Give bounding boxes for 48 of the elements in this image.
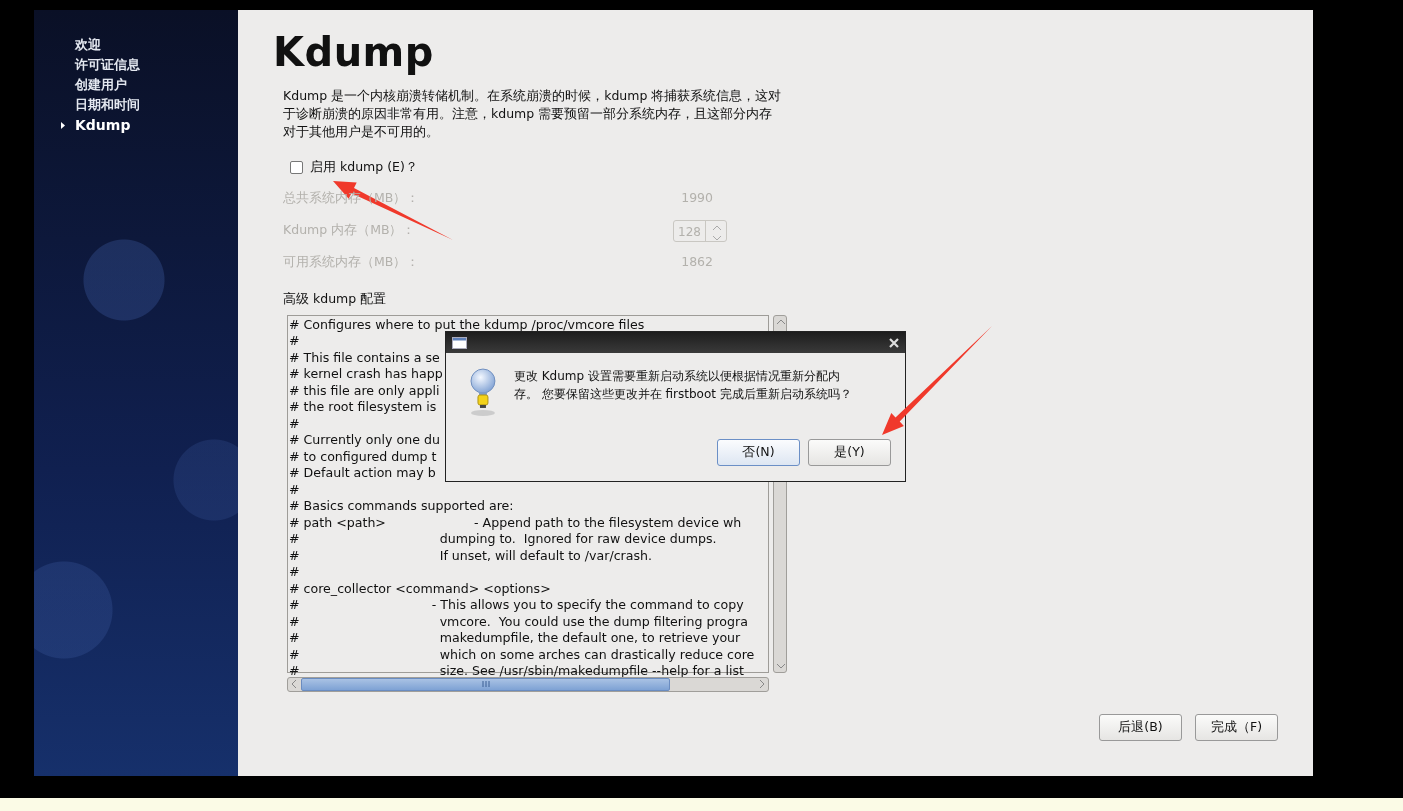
sidebar-item[interactable]: Kdump	[61, 115, 238, 135]
grip-icon	[481, 681, 490, 687]
sidebar-item[interactable]: 创建用户	[61, 75, 238, 95]
config-line: #	[289, 333, 300, 348]
config-line: # the root filesystem is	[289, 399, 437, 414]
config-line: # This file contains a se	[289, 349, 440, 365]
sidebar-item[interactable]: 欢迎	[61, 35, 238, 55]
dialog-message-line: 更改 Kdump 设置需要重新启动系统以便根据情况重新分配内	[513, 369, 840, 383]
horizontal-scrollbar[interactable]	[287, 676, 769, 692]
config-line: # path <path> - Append path to the filesystem device wh	[289, 514, 742, 530]
config-line: # to configured dump t	[289, 448, 437, 464]
config-line: #	[289, 481, 300, 497]
enable-checkbox[interactable]	[290, 160, 303, 174]
config-line: # dumping to. Ignored for raw device dumps.	[289, 531, 717, 546]
checkbox-label: 启用 kdump (E)？	[310, 158, 418, 176]
config-line: # vmcore. You could use the dump filtering progra	[289, 613, 748, 629]
memory-label: Kdump 内存（MB）：	[283, 221, 416, 240]
config-line: # Basics commands supported are:	[289, 498, 514, 513]
dialog-message-line: 存。 您要保留这些更改并在 firstboot 完成后重新启动系统吗？	[513, 387, 852, 401]
memory-label: 可用系统内存（MB）：	[283, 253, 420, 272]
config-line: # Configures where to put the kdump /proc/vmcore files	[289, 316, 645, 332]
description-text: Kdump 是一个内核崩溃转储机制。在系统崩溃的时候，kdump 将捕获系统信息，这对于诊断崩溃的原因非常有用。注意，kdump 需要预留一部分系统内存，且这部分内存对于其他用户是不可用的。	[283, 87, 783, 141]
dialog-button[interactable]: 是(Y)	[808, 439, 891, 466]
sidebar-item[interactable]: 日期和时间	[61, 95, 238, 115]
nav-button[interactable]: 后退(B)	[1099, 714, 1182, 741]
lightbulb-icon	[468, 367, 498, 417]
config-line: # this file are only appli	[289, 382, 440, 398]
config-line: # If unset, will default to /var/crash.	[289, 547, 652, 563]
sidebar-item[interactable]: 许可证信息	[61, 55, 238, 75]
config-line: # kernel crash has happ	[289, 366, 443, 381]
config-line: # size. See /usr/sbin/makedumpfile --help for a list	[289, 663, 744, 678]
config-line: # Currently only one du	[289, 432, 440, 447]
config-line: #	[289, 415, 300, 431]
config-line: # - This allows you to specify the command to copy	[289, 597, 744, 612]
config-line: # which on some arches can drastically reduce core	[289, 646, 755, 662]
close-button[interactable]	[887, 335, 901, 350]
config-line: # core_collector <command> <options>	[289, 580, 551, 596]
selected-triangle-icon	[61, 121, 65, 129]
memory-value: 1862	[681, 253, 714, 272]
section-label: 高级 kdump 配置	[283, 289, 388, 308]
dialog-button[interactable]: 否(N)	[717, 439, 800, 466]
window-icon	[452, 336, 467, 349]
config-line: #	[289, 564, 300, 579]
config-line: # makedumpfile, the default one, to retrieve your	[289, 630, 741, 645]
memory-value: 1990	[681, 189, 714, 208]
nav-button[interactable]: 完成（F)	[1195, 714, 1278, 741]
config-line: # Default action may b	[289, 465, 436, 480]
memory-label: 总共系统内存（MB）：	[283, 189, 420, 208]
